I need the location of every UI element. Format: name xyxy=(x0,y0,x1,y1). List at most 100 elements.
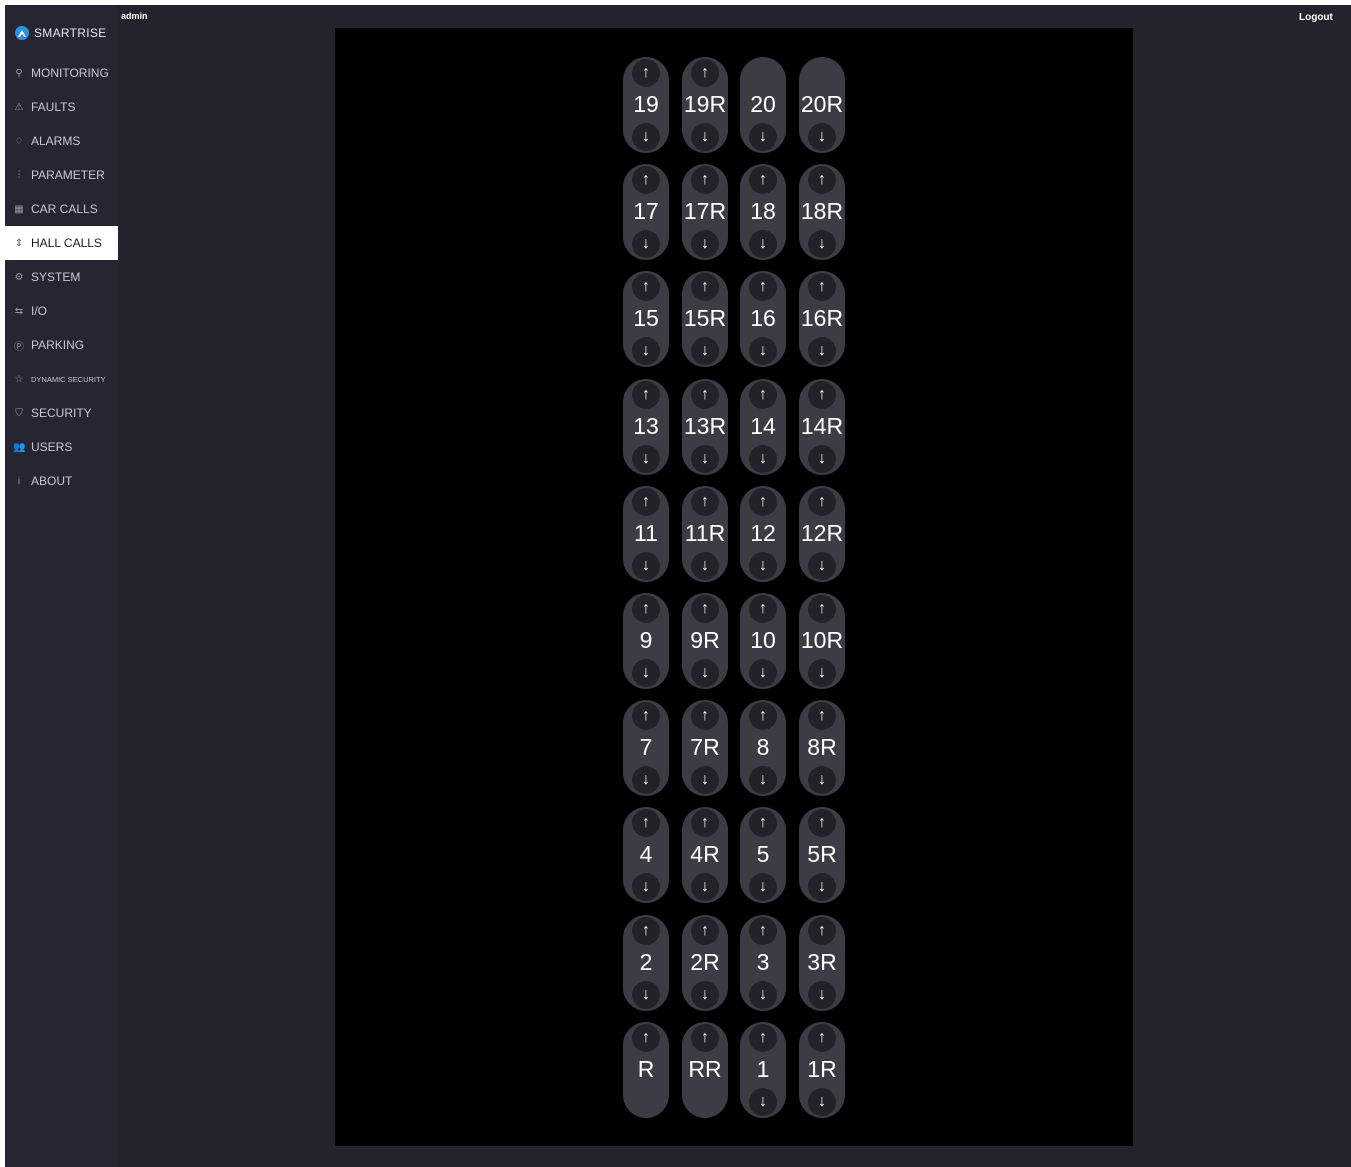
sidebar-item-i-o[interactable]: ⇆ I/O xyxy=(5,294,118,328)
hall-call-down-button[interactable]: ↓ xyxy=(808,873,836,901)
swap-icon: ⇆ xyxy=(14,305,24,317)
hall-call-up-button[interactable]: ↑ xyxy=(691,809,719,837)
hall-call-down-button[interactable]: ↓ xyxy=(808,123,836,151)
hall-call-down-button[interactable]: ↓ xyxy=(691,337,719,365)
hall-call-down-button[interactable]: ↓ xyxy=(632,981,660,1009)
hall-call-down-button[interactable]: ↓ xyxy=(632,873,660,901)
hall-call-up-button[interactable]: ↑ xyxy=(808,381,836,409)
hall-call-down-button[interactable]: ↓ xyxy=(749,123,777,151)
hall-call-down-button[interactable]: ↓ xyxy=(632,230,660,258)
hall-call-up-button[interactable]: ↑ xyxy=(632,273,660,301)
hall-call-up-button[interactable]: ↑ xyxy=(632,1024,660,1052)
hall-call-up-button[interactable]: ↑ xyxy=(808,917,836,945)
hall-call-up-button[interactable]: ↑ xyxy=(749,273,777,301)
hall-call-up-button[interactable]: ↑ xyxy=(749,595,777,623)
hall-call-down-button[interactable]: ↓ xyxy=(749,445,777,473)
hall-call-down-button[interactable]: ↓ xyxy=(691,659,719,687)
hall-call-down-button[interactable]: ↓ xyxy=(749,230,777,258)
hall-call-down-button[interactable]: ↓ xyxy=(632,337,660,365)
sidebar-nav: ⚲ MONITORING ⚠ FAULTS ♢ ALARMS ⫶ PARAMETER ▦ CAR … xyxy=(5,56,118,498)
hall-call-down-button[interactable]: ↓ xyxy=(632,123,660,151)
hall-call-down-button[interactable]: ↓ xyxy=(749,766,777,794)
hall-call-down-button[interactable]: ↓ xyxy=(749,337,777,365)
hall-call-down-button[interactable]: ↓ xyxy=(808,659,836,687)
hall-call-down-button[interactable]: ↓ xyxy=(749,981,777,1009)
hall-call-up-button[interactable]: ↑ xyxy=(632,59,660,87)
hall-call-down-button[interactable]: ↓ xyxy=(808,230,836,258)
hall-call-down-button[interactable]: ↓ xyxy=(632,445,660,473)
sidebar-item-monitoring[interactable]: ⚲ MONITORING xyxy=(5,56,118,90)
hall-call-up-button[interactable]: ↑ xyxy=(691,702,719,730)
landing-label: RR xyxy=(688,1056,722,1082)
hall-call-down-button[interactable]: ↓ xyxy=(808,337,836,365)
hall-call-up-button[interactable]: ↑ xyxy=(691,488,719,516)
hall-call-down-button[interactable]: ↓ xyxy=(691,766,719,794)
sidebar-item-car-calls[interactable]: ▦ CAR CALLS xyxy=(5,192,118,226)
hall-call-up-button[interactable]: ↑ xyxy=(808,809,836,837)
hall-call-landing: ↑ 8R ↓ xyxy=(799,700,845,796)
sidebar-item-alarms[interactable]: ♢ ALARMS xyxy=(5,124,118,158)
hall-call-up-button[interactable]: ↑ xyxy=(808,1024,836,1052)
hall-call-up-button[interactable]: ↑ xyxy=(691,595,719,623)
sidebar-item-dynamic-security[interactable]: ☆ DYNAMIC SECURITY xyxy=(5,362,118,396)
hall-call-up-button[interactable]: ↑ xyxy=(632,595,660,623)
hall-call-down-button[interactable]: ↓ xyxy=(632,766,660,794)
hall-call-up-button[interactable]: ↑ xyxy=(808,702,836,730)
hall-call-up-button[interactable]: ↑ xyxy=(632,488,660,516)
hall-call-up-button[interactable]: ↑ xyxy=(632,809,660,837)
hall-call-down-button[interactable]: ↓ xyxy=(808,981,836,1009)
sidebar-item-hall-calls[interactable]: ⇕ HALL CALLS xyxy=(5,226,118,260)
hall-call-up-button[interactable]: ↑ xyxy=(632,381,660,409)
hall-call-up-button[interactable]: ↑ xyxy=(691,1024,719,1052)
sidebar-item-parking[interactable]: Ⓟ PARKING xyxy=(5,328,118,362)
hall-call-up-button[interactable]: ↑ xyxy=(808,595,836,623)
sidebar-item-about[interactable]: i ABOUT xyxy=(5,464,118,498)
hall-call-up-button[interactable]: ↑ xyxy=(808,488,836,516)
hall-call-down-button[interactable]: ↓ xyxy=(632,552,660,580)
hall-call-up-button[interactable]: ↑ xyxy=(808,166,836,194)
hall-call-down-button[interactable]: ↓ xyxy=(808,552,836,580)
hall-call-down-button[interactable]: ↓ xyxy=(749,552,777,580)
sidebar-item-label: PARAMETER xyxy=(31,168,105,182)
hall-call-down-button[interactable]: ↓ xyxy=(691,981,719,1009)
hall-call-down-button[interactable]: ↓ xyxy=(691,230,719,258)
hall-call-down-button[interactable]: ↓ xyxy=(632,659,660,687)
hall-call-up-button[interactable]: ↑ xyxy=(749,488,777,516)
hall-call-down-button[interactable]: ↓ xyxy=(691,445,719,473)
landing-label: 1 xyxy=(756,1056,770,1082)
hall-call-down-button[interactable]: ↓ xyxy=(808,766,836,794)
hall-call-down-button[interactable]: ↓ xyxy=(749,1088,777,1116)
hall-call-down-button[interactable]: ↓ xyxy=(808,1088,836,1116)
hall-call-up-button[interactable]: ↑ xyxy=(749,702,777,730)
landing-label: 8 xyxy=(756,734,770,760)
hall-call-up-button[interactable]: ↑ xyxy=(749,166,777,194)
hall-call-up-button[interactable]: ↑ xyxy=(632,166,660,194)
landing-label: 11R xyxy=(684,520,726,546)
sidebar-item-security[interactable]: ⛉ SECURITY xyxy=(5,396,118,430)
hall-call-down-button[interactable]: ↓ xyxy=(749,659,777,687)
sidebar-item-faults[interactable]: ⚠ FAULTS xyxy=(5,90,118,124)
hall-call-up-button[interactable]: ↑ xyxy=(632,917,660,945)
hall-call-up-button[interactable]: ↑ xyxy=(691,59,719,87)
hall-call-up-button[interactable]: ↑ xyxy=(808,273,836,301)
hall-call-up-button[interactable]: ↑ xyxy=(749,1024,777,1052)
sidebar-item-users[interactable]: 👥 USERS xyxy=(5,430,118,464)
logout-button[interactable]: Logout xyxy=(1299,12,1333,23)
hall-call-up-button[interactable]: ↑ xyxy=(632,702,660,730)
hall-call-up-button[interactable]: ↑ xyxy=(749,809,777,837)
hall-call-up-button[interactable]: ↑ xyxy=(691,381,719,409)
hall-call-down-button[interactable]: ↓ xyxy=(808,445,836,473)
bell-icon: ♢ xyxy=(14,135,24,147)
hall-call-up-button[interactable]: ↑ xyxy=(749,917,777,945)
sidebar-item-system[interactable]: ⚙ SYSTEM xyxy=(5,260,118,294)
hall-call-down-button[interactable]: ↓ xyxy=(749,873,777,901)
hall-call-up-button[interactable]: ↑ xyxy=(749,381,777,409)
hall-call-down-button[interactable]: ↓ xyxy=(691,873,719,901)
hall-call-up-button[interactable]: ↑ xyxy=(691,273,719,301)
hall-call-up-button[interactable]: ↑ xyxy=(691,166,719,194)
hall-call-down-button[interactable]: ↓ xyxy=(691,552,719,580)
sidebar-item-parameter[interactable]: ⫶ PARAMETER xyxy=(5,158,118,192)
hall-call-down-button[interactable]: ↓ xyxy=(691,123,719,151)
hall-call-landing: ↑ R xyxy=(623,1022,669,1118)
hall-call-up-button[interactable]: ↑ xyxy=(691,917,719,945)
